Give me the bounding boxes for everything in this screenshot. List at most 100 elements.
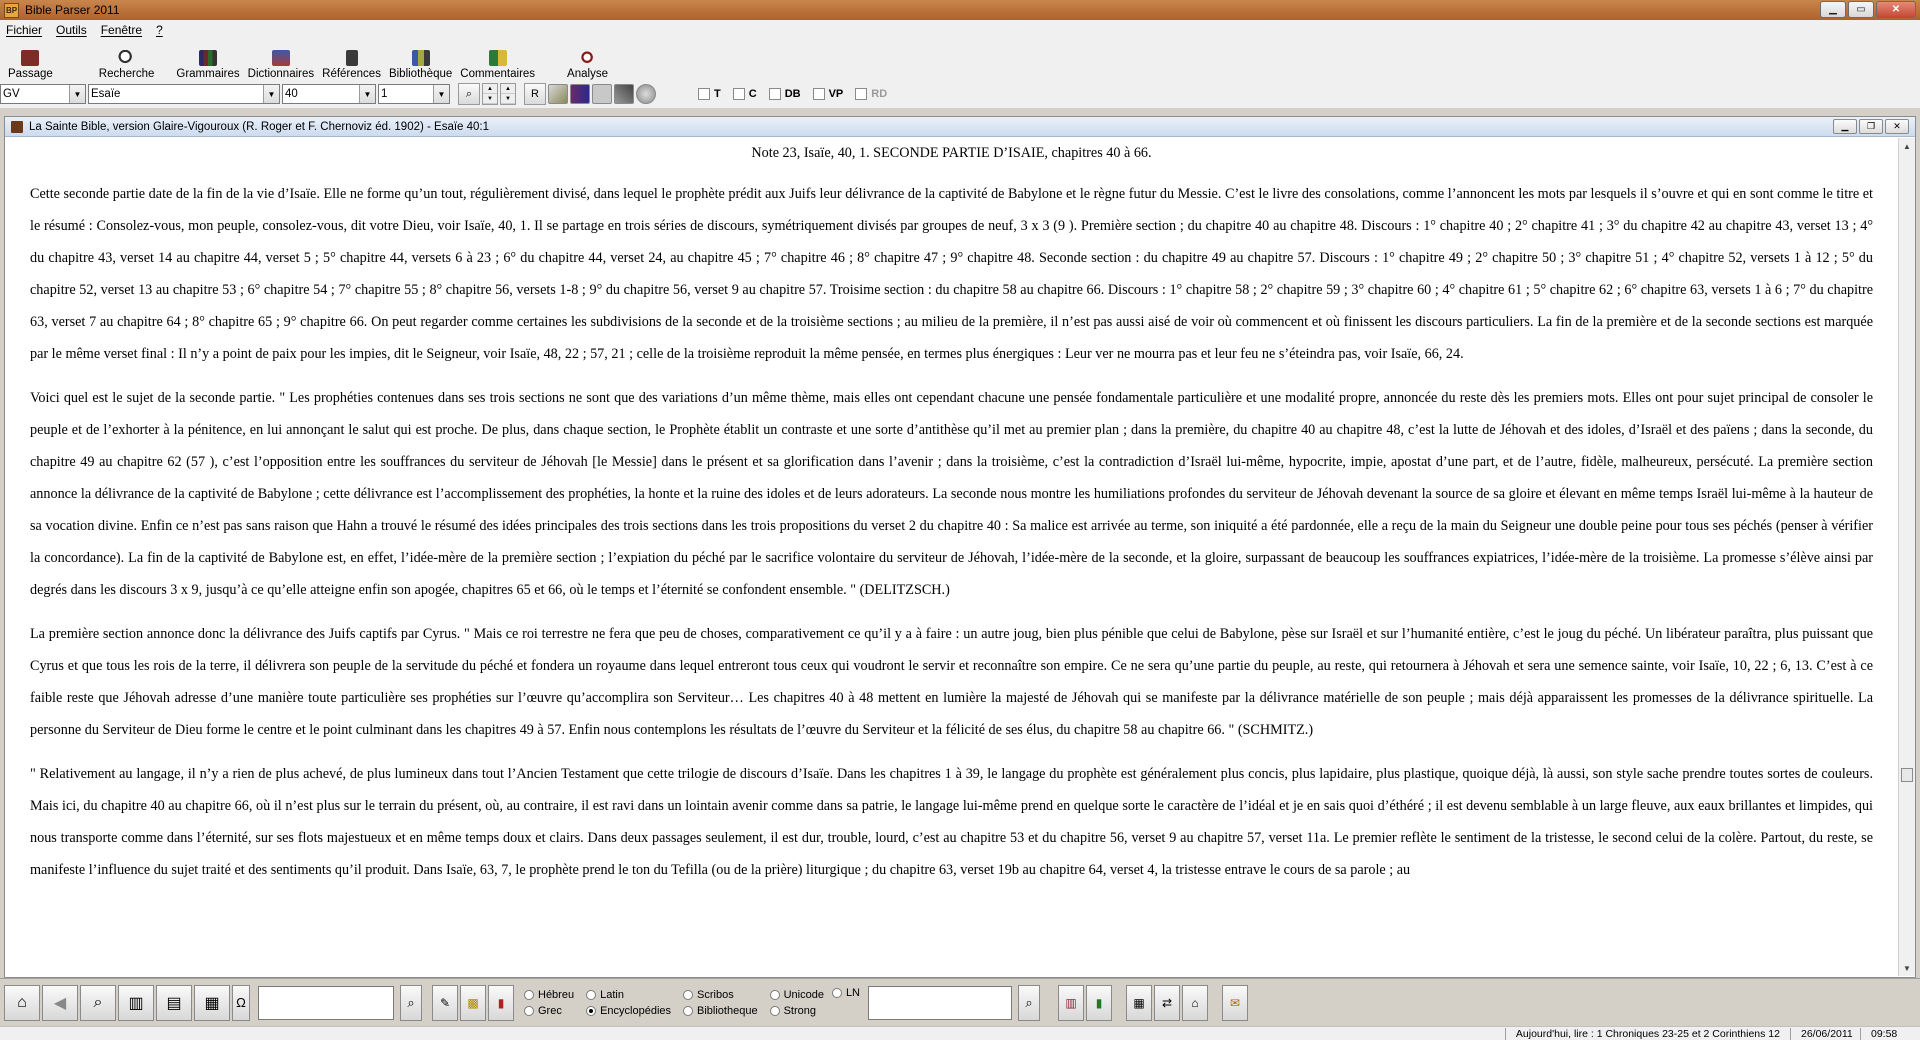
radio-latin[interactable]: Latin xyxy=(586,989,671,1001)
dictionaries-button[interactable]: Dictionnaires xyxy=(244,42,318,80)
checkbox-rd: RD xyxy=(855,88,887,100)
bookshelf-icon[interactable] xyxy=(570,84,590,104)
checkbox-box xyxy=(732,88,745,100)
radio-dot xyxy=(769,989,780,1000)
bottom-filter-input[interactable] xyxy=(868,985,1012,1020)
references-button[interactable]: Références xyxy=(318,42,385,80)
table-button[interactable]: ▦ xyxy=(1126,984,1152,1021)
radio-ln[interactable]: LN xyxy=(831,987,860,999)
radio-scribos[interactable]: Scribos xyxy=(683,989,758,1001)
scroll-up-icon[interactable]: ▲ xyxy=(1899,138,1915,154)
network-icon[interactable] xyxy=(592,84,612,104)
chevron-down-icon: ▼ xyxy=(433,85,449,103)
settings-icon[interactable] xyxy=(636,84,656,104)
bottom-search-input[interactable] xyxy=(258,985,394,1020)
library-shelf-button[interactable]: ▥ xyxy=(1058,984,1084,1021)
checkbox-c-label: C xyxy=(748,88,757,100)
doc-minimize-button[interactable]: ▁ xyxy=(1833,119,1857,134)
radio-encyclopedies-label: Encyclopédies xyxy=(600,1004,672,1017)
radio-unicode[interactable]: Unicode xyxy=(769,988,824,1001)
bottom-filter-button[interactable]: ⌕ xyxy=(1018,984,1040,1021)
radio-dot-selected xyxy=(586,1005,597,1016)
search-button[interactable]: Recherche xyxy=(95,42,159,80)
menu-help[interactable]: ? xyxy=(156,23,163,37)
scroll-down-icon[interactable]: ▼ xyxy=(1899,960,1915,976)
vertical-scrollbar[interactable]: ▲ ▼ xyxy=(1898,138,1915,976)
radio-dot xyxy=(524,1005,534,1016)
chapter-spinner[interactable]: ▲ ▼ xyxy=(482,83,498,105)
grid-button[interactable]: ▩ xyxy=(460,984,486,1021)
checkbox-c[interactable]: C xyxy=(732,88,757,100)
commentaries-button[interactable]: Commentaires xyxy=(456,42,539,80)
arrow-down-icon: ▼ xyxy=(501,94,515,104)
note-button[interactable]: ✉ xyxy=(1222,984,1248,1021)
search-icon: ⌕ xyxy=(465,87,473,100)
zoom-search-button[interactable]: ⌕ xyxy=(458,83,480,105)
stats-button[interactable]: ▮ xyxy=(488,984,514,1021)
chevron-down-icon: ▼ xyxy=(359,85,375,103)
radio-hebreu[interactable]: Hébreu xyxy=(524,989,574,1001)
book-select[interactable]: Esaïe ▼ xyxy=(88,84,280,104)
dictionaries-label: Dictionnaires xyxy=(247,68,315,80)
close-button[interactable]: ✕ xyxy=(1876,1,1916,18)
doc-close-button[interactable]: ✕ xyxy=(1885,119,1909,134)
r-button[interactable]: R xyxy=(524,83,546,105)
doc-restore-button[interactable]: ❐ xyxy=(1859,119,1883,134)
radio-ln-label: LN xyxy=(845,987,860,999)
building-icon: ⌂ xyxy=(1191,995,1199,1010)
checkbox-box xyxy=(768,88,781,100)
edit-button[interactable]: ✎ xyxy=(432,984,458,1021)
books-button[interactable]: ▮ xyxy=(1086,984,1112,1021)
checkbox-vp[interactable]: VP xyxy=(812,88,843,100)
verse-select[interactable]: 1 ▼ xyxy=(378,84,450,104)
menu-window[interactable]: Fenêtre xyxy=(101,23,142,37)
omega-button[interactable]: Ω xyxy=(232,984,250,1021)
radio-dot xyxy=(586,989,597,1000)
triangle-left-icon: ◀ xyxy=(53,994,67,1012)
radio-bibliotheque[interactable]: Bibliotheque xyxy=(683,1005,758,1017)
columns-icon: ▥ xyxy=(128,994,144,1012)
bottom-search-button[interactable]: ⌕ xyxy=(400,984,422,1021)
radio-grec[interactable]: Grec xyxy=(524,1005,574,1017)
back-button[interactable]: ◀ xyxy=(42,984,78,1021)
zoom-button[interactable]: ⌕ xyxy=(80,984,116,1021)
daily-reading-status: Aujourd'hui, lire : 1 Chroniques 23-25 e… xyxy=(1504,1027,1790,1040)
tools-icon[interactable] xyxy=(614,84,634,104)
paragraph-1: Cette seconde partie date de la fin de l… xyxy=(30,186,1873,362)
analyse-button[interactable]: Analyse xyxy=(563,42,612,80)
arrow-down-icon: ▼ xyxy=(483,94,497,104)
omega-icon: Ω xyxy=(236,995,246,1010)
radio-encyclopedies[interactable]: Encyclopédies xyxy=(586,1005,671,1017)
radio-unicode-label: Unicode xyxy=(783,988,824,1001)
verse-spinner[interactable]: ▲ ▼ xyxy=(500,83,516,105)
maximize-button[interactable]: ▭ xyxy=(1848,1,1874,18)
radio-dot xyxy=(524,989,534,1000)
chapter-select[interactable]: 40 ▼ xyxy=(282,84,376,104)
table-icon: ▦ xyxy=(1133,995,1145,1010)
date-status: 26/06/2011 xyxy=(1790,1027,1860,1040)
radio-hebreu-label: Hébreu xyxy=(538,988,575,1001)
menu-tools[interactable]: Outils xyxy=(56,23,87,37)
title-bar: BP Bible Parser 2011 ▁ ▭ ✕ xyxy=(0,0,1920,20)
minimize-button[interactable]: ▁ xyxy=(1820,1,1846,18)
library-button[interactable]: Bibliothèque xyxy=(385,42,456,80)
home-button[interactable]: ⌂ xyxy=(4,984,40,1021)
passage-button[interactable]: Passage xyxy=(4,42,57,80)
books-icon xyxy=(199,50,218,66)
version-select[interactable]: GV ▼ xyxy=(0,84,86,104)
translate-button[interactable]: ⇄ xyxy=(1154,984,1180,1021)
menu-file[interactable]: Fichier xyxy=(6,23,42,37)
grammars-button[interactable]: Grammaires xyxy=(172,42,243,80)
checkbox-t[interactable]: T xyxy=(698,88,721,100)
checkbox-db-label: DB xyxy=(784,88,801,100)
highlight-icon[interactable] xyxy=(548,84,568,104)
building-button[interactable]: ⌂ xyxy=(1182,984,1208,1021)
magnifier-icon xyxy=(578,50,597,66)
columns-button[interactable]: ▥ xyxy=(118,984,154,1021)
scroll-thumb[interactable] xyxy=(1901,768,1913,782)
checkbox-db[interactable]: DB xyxy=(768,88,801,100)
radio-strong[interactable]: Strong xyxy=(769,1005,824,1017)
rows-button[interactable]: ▤ xyxy=(156,984,192,1021)
window-list-button[interactable]: ▦ xyxy=(194,984,230,1021)
radio-scribos-label: Scribos xyxy=(697,988,734,1001)
